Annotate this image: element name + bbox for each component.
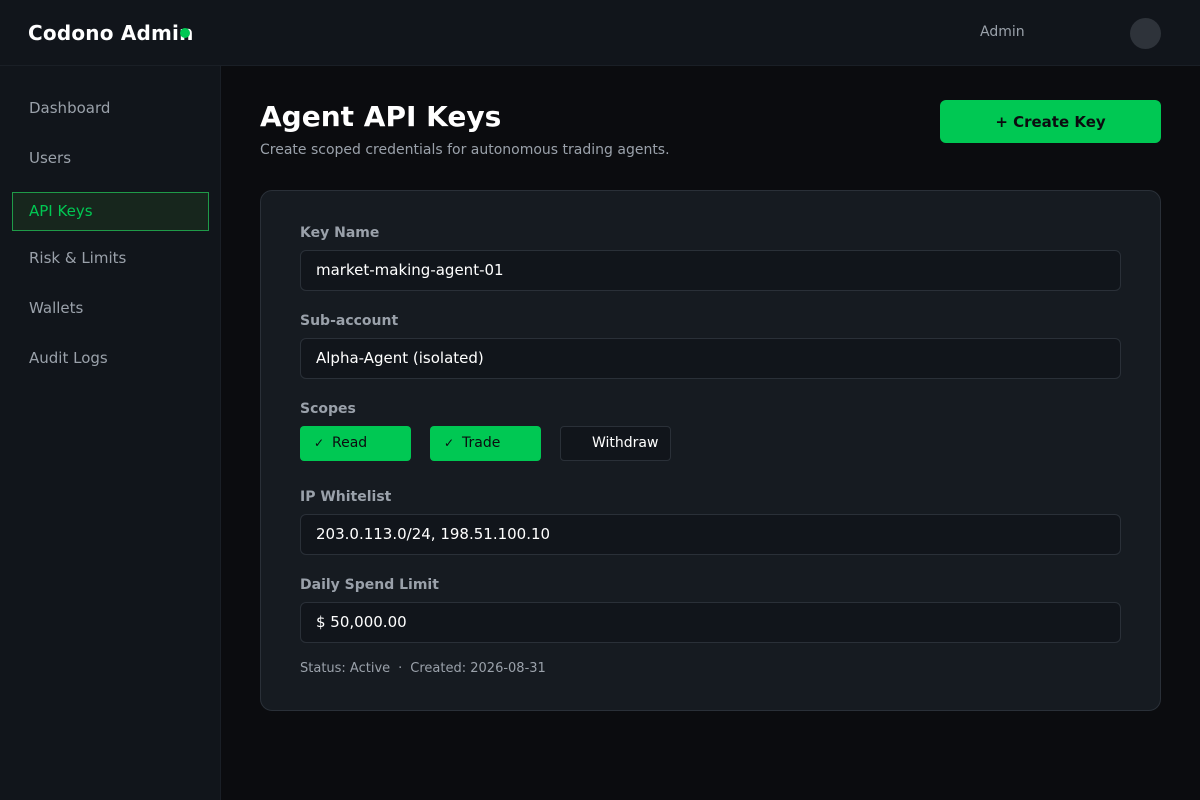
sidebar-item-api-keys[interactable]: API Keys <box>12 192 209 231</box>
page-subtitle: Create scoped credentials for autonomous… <box>260 142 670 158</box>
daily-spend-limit-label: Daily Spend Limit <box>300 577 439 593</box>
checkmark-icon: ✓ <box>444 436 455 450</box>
meta-separator: · <box>398 661 403 676</box>
scope-read-checkbox[interactable]: ✓ Read <box>300 426 411 461</box>
sidebar-item-wallets[interactable]: Wallets <box>12 289 209 328</box>
user-menu-label[interactable]: Admin <box>980 24 1025 40</box>
sidebar: Dashboard Users API Keys Risk & Limits W… <box>0 66 221 800</box>
key-meta: Status: Active · Created: 2026-08-31 <box>300 661 546 676</box>
sidebar-item-audit-logs[interactable]: Audit Logs <box>12 339 209 378</box>
api-key-form-card: Key Name market-making-agent-01 Sub-acco… <box>260 190 1161 711</box>
ip-whitelist-input[interactable]: 203.0.113.0/24, 198.51.100.10 <box>300 514 1121 555</box>
scope-read-label: Read <box>332 435 368 451</box>
status-dot-icon <box>180 28 190 38</box>
status-text: Status: Active <box>300 661 391 676</box>
brand-title: Codono Admin <box>28 21 194 45</box>
scopes-label: Scopes <box>300 401 356 417</box>
key-name-input[interactable]: market-making-agent-01 <box>300 250 1121 291</box>
page-title: Agent API Keys <box>260 100 502 133</box>
ip-whitelist-label: IP Whitelist <box>300 489 392 505</box>
created-date: Created: 2026-08-31 <box>410 661 546 676</box>
scope-withdraw-checkbox[interactable]: Withdraw <box>560 426 671 461</box>
checkmark-icon: ✓ <box>314 436 325 450</box>
scope-trade-checkbox[interactable]: ✓ Trade <box>430 426 541 461</box>
top-bar: Codono Admin Admin <box>0 0 1200 66</box>
avatar[interactable] <box>1130 18 1161 49</box>
scope-withdraw-label: Withdraw <box>592 435 659 451</box>
sub-account-label: Sub-account <box>300 313 399 329</box>
scope-trade-label: Trade <box>462 435 501 451</box>
sidebar-item-risk-limits[interactable]: Risk & Limits <box>12 239 209 278</box>
create-key-button[interactable]: + Create Key <box>940 100 1161 143</box>
daily-spend-limit-input[interactable]: $ 50,000.00 <box>300 602 1121 643</box>
key-name-label: Key Name <box>300 225 380 241</box>
main-content: Agent API Keys Create scoped credentials… <box>222 66 1200 800</box>
sub-account-input[interactable]: Alpha-Agent (isolated) <box>300 338 1121 379</box>
sidebar-item-dashboard[interactable]: Dashboard <box>12 89 209 128</box>
sidebar-item-users[interactable]: Users <box>12 139 209 178</box>
